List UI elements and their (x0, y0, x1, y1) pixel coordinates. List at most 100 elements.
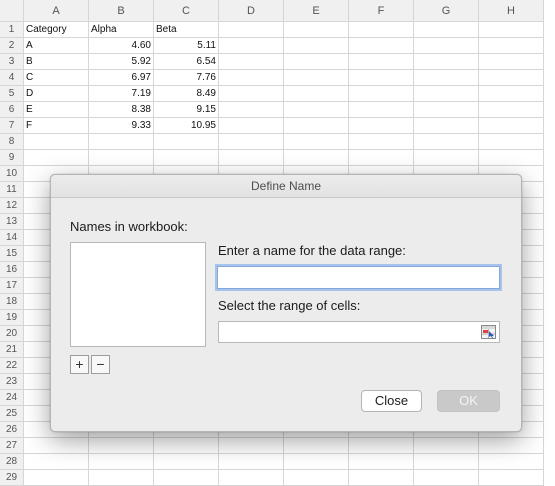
cell-c9[interactable] (154, 150, 219, 166)
cell-g6[interactable] (414, 102, 479, 118)
cell-a7[interactable]: F (24, 118, 89, 134)
cell-e1[interactable] (284, 22, 349, 38)
row-header-20[interactable]: 20 (0, 326, 24, 342)
cell-f27[interactable] (349, 438, 414, 454)
row-header-17[interactable]: 17 (0, 278, 24, 294)
range-input[interactable] (218, 321, 500, 343)
cell-b1[interactable]: Alpha (89, 22, 154, 38)
cell-f28[interactable] (349, 454, 414, 470)
cell-b4[interactable]: 6.97 (89, 70, 154, 86)
cell-g9[interactable] (414, 150, 479, 166)
cell-b5[interactable]: 7.19 (89, 86, 154, 102)
cell-d2[interactable] (219, 38, 284, 54)
column-header-a[interactable]: A (24, 0, 89, 22)
cell-f6[interactable] (349, 102, 414, 118)
cell-g8[interactable] (414, 134, 479, 150)
cell-d4[interactable] (219, 70, 284, 86)
cell-c29[interactable] (154, 470, 219, 486)
cell-g7[interactable] (414, 118, 479, 134)
row-header-16[interactable]: 16 (0, 262, 24, 278)
cell-d1[interactable] (219, 22, 284, 38)
cell-g27[interactable] (414, 438, 479, 454)
row-header-11[interactable]: 11 (0, 182, 24, 198)
cell-b29[interactable] (89, 470, 154, 486)
cell-b28[interactable] (89, 454, 154, 470)
cell-e8[interactable] (284, 134, 349, 150)
select-all-corner[interactable] (0, 0, 24, 22)
cell-d3[interactable] (219, 54, 284, 70)
cell-c4[interactable]: 7.76 (154, 70, 219, 86)
column-header-d[interactable]: D (219, 0, 284, 22)
cell-f1[interactable] (349, 22, 414, 38)
cell-f8[interactable] (349, 134, 414, 150)
add-name-button[interactable]: + (70, 355, 89, 374)
cell-a5[interactable]: D (24, 86, 89, 102)
cell-e9[interactable] (284, 150, 349, 166)
cell-h3[interactable] (479, 54, 544, 70)
row-header-4[interactable]: 4 (0, 70, 24, 86)
row-header-12[interactable]: 12 (0, 198, 24, 214)
row-header-29[interactable]: 29 (0, 470, 24, 486)
row-header-1[interactable]: 1 (0, 22, 24, 38)
cell-f5[interactable] (349, 86, 414, 102)
cell-e6[interactable] (284, 102, 349, 118)
cell-g4[interactable] (414, 70, 479, 86)
names-list[interactable] (70, 242, 206, 347)
row-header-9[interactable]: 9 (0, 150, 24, 166)
cell-g28[interactable] (414, 454, 479, 470)
cell-a27[interactable] (24, 438, 89, 454)
cell-c5[interactable]: 8.49 (154, 86, 219, 102)
cell-b8[interactable] (89, 134, 154, 150)
cell-h27[interactable] (479, 438, 544, 454)
cell-d5[interactable] (219, 86, 284, 102)
cell-b9[interactable] (89, 150, 154, 166)
cell-c2[interactable]: 5.11 (154, 38, 219, 54)
close-button[interactable]: Close (361, 390, 422, 412)
cell-e4[interactable] (284, 70, 349, 86)
cell-a9[interactable] (24, 150, 89, 166)
name-input[interactable] (217, 266, 500, 289)
row-header-8[interactable]: 8 (0, 134, 24, 150)
cell-c27[interactable] (154, 438, 219, 454)
cell-b3[interactable]: 5.92 (89, 54, 154, 70)
cell-e3[interactable] (284, 54, 349, 70)
cell-f2[interactable] (349, 38, 414, 54)
row-header-7[interactable]: 7 (0, 118, 24, 134)
row-header-27[interactable]: 27 (0, 438, 24, 454)
column-header-g[interactable]: G (414, 0, 479, 22)
cell-d8[interactable] (219, 134, 284, 150)
cell-f4[interactable] (349, 70, 414, 86)
cell-b2[interactable]: 4.60 (89, 38, 154, 54)
cell-h28[interactable] (479, 454, 544, 470)
cell-c1[interactable]: Beta (154, 22, 219, 38)
row-header-23[interactable]: 23 (0, 374, 24, 390)
cell-c6[interactable]: 9.15 (154, 102, 219, 118)
cell-d27[interactable] (219, 438, 284, 454)
row-header-19[interactable]: 19 (0, 310, 24, 326)
cell-g5[interactable] (414, 86, 479, 102)
column-header-b[interactable]: B (89, 0, 154, 22)
cell-c28[interactable] (154, 454, 219, 470)
cell-h2[interactable] (479, 38, 544, 54)
cell-b27[interactable] (89, 438, 154, 454)
cell-g1[interactable] (414, 22, 479, 38)
cell-h29[interactable] (479, 470, 544, 486)
cell-f7[interactable] (349, 118, 414, 134)
cell-a2[interactable]: A (24, 38, 89, 54)
row-header-24[interactable]: 24 (0, 390, 24, 406)
column-header-f[interactable]: F (349, 0, 414, 22)
row-header-22[interactable]: 22 (0, 358, 24, 374)
cell-a29[interactable] (24, 470, 89, 486)
cell-e7[interactable] (284, 118, 349, 134)
row-header-25[interactable]: 25 (0, 406, 24, 422)
row-header-5[interactable]: 5 (0, 86, 24, 102)
cell-a3[interactable]: B (24, 54, 89, 70)
row-header-15[interactable]: 15 (0, 246, 24, 262)
ok-button[interactable]: OK (437, 390, 500, 412)
cell-d6[interactable] (219, 102, 284, 118)
cell-h6[interactable] (479, 102, 544, 118)
row-header-6[interactable]: 6 (0, 102, 24, 118)
row-header-3[interactable]: 3 (0, 54, 24, 70)
cell-f3[interactable] (349, 54, 414, 70)
row-header-18[interactable]: 18 (0, 294, 24, 310)
